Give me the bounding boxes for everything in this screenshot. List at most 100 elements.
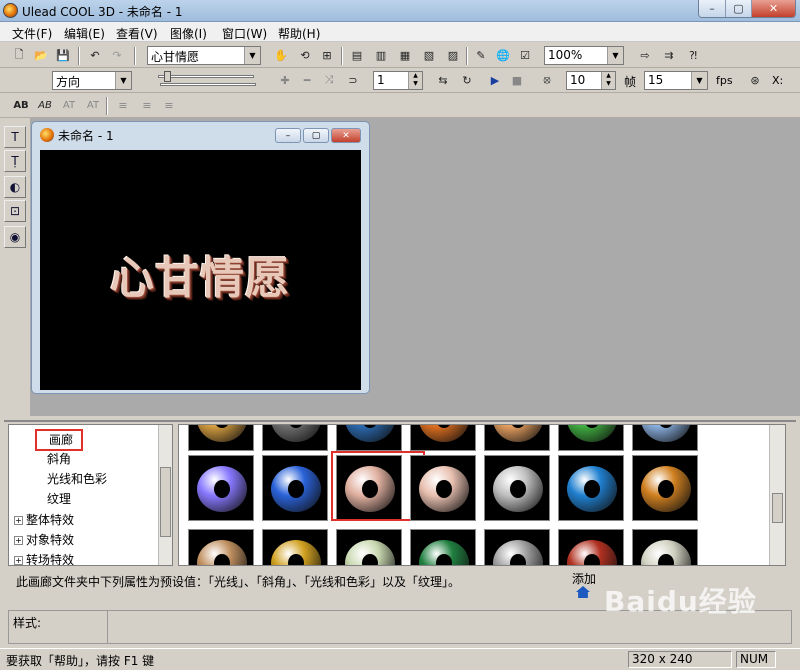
gallery-thumbnail[interactable] <box>558 425 624 451</box>
loop-icon[interactable]: ⊃ <box>344 71 362 89</box>
gallery-thumbnail[interactable] <box>484 529 550 565</box>
align-left-icon[interactable]: ≡ <box>114 96 132 114</box>
doc-close-button[interactable]: ✕ <box>331 128 361 143</box>
scrollbar-thumb[interactable] <box>772 493 783 523</box>
zoom-combo[interactable]: 100% ▼ <box>544 46 624 65</box>
timeline-slider[interactable] <box>148 71 266 91</box>
layer-back-icon[interactable]: ▧ <box>420 46 438 64</box>
align-center-icon[interactable]: ≡ <box>138 96 156 114</box>
redo-icon[interactable]: ↷ <box>108 46 126 64</box>
gallery-thumbnail[interactable] <box>410 425 476 451</box>
gallery-thumbnail[interactable] <box>632 529 698 565</box>
tree-item-bevel[interactable]: 斜角 <box>47 450 71 467</box>
swap-icon[interactable]: ⇆ <box>434 71 452 89</box>
maximize-button[interactable]: ▢ <box>725 0 751 17</box>
gallery-thumbnail[interactable] <box>336 529 402 565</box>
new-file-icon[interactable]: 🗋 <box>10 46 28 64</box>
slider-thumb[interactable] <box>164 71 171 82</box>
tree-scrollbar[interactable] <box>158 425 172 565</box>
reverse-icon[interactable]: ⤨ <box>320 71 338 89</box>
text-spacing-icon[interactable]: AT <box>60 96 78 114</box>
gallery-thumbnail[interactable] <box>410 529 476 565</box>
gallery-thumbnail[interactable] <box>484 425 550 451</box>
stop-icon[interactable]: ■ <box>508 71 526 89</box>
open-folder-icon[interactable]: 📂 <box>32 46 50 64</box>
chevron-down-icon[interactable]: ▼ <box>244 47 260 64</box>
tree-item-gallery[interactable]: 画廊 <box>35 429 84 451</box>
render-canvas[interactable]: 心甘情愿 <box>40 150 361 390</box>
gallery-thumbnail[interactable] <box>262 529 328 565</box>
size-object-icon[interactable]: ⊞ <box>318 46 336 64</box>
align-icon[interactable]: ▤ <box>348 46 366 64</box>
globe-icon[interactable]: 🌐 <box>494 46 512 64</box>
layer-icon[interactable]: ▦ <box>396 46 414 64</box>
gallery-thumbnail[interactable] <box>188 455 254 521</box>
close-button[interactable]: ✕ <box>751 0 795 17</box>
expand-icon[interactable]: + <box>14 516 23 525</box>
position-icon[interactable]: ⊛ <box>746 71 764 89</box>
group-icon[interactable]: ▥ <box>372 46 390 64</box>
gallery-thumbnail[interactable] <box>632 455 698 521</box>
tree-item-texture[interactable]: 纹理 <box>47 490 71 507</box>
gallery-thumbnail[interactable] <box>262 455 328 521</box>
web-export-icon[interactable]: ⇉ <box>660 46 678 64</box>
repeat-icon[interactable]: ↻ <box>458 71 476 89</box>
gallery-thumbnail[interactable] <box>188 425 254 451</box>
chevron-down-icon[interactable]: ▼ <box>607 47 623 64</box>
expand-icon[interactable]: + <box>14 556 23 565</box>
gallery-thumbnail[interactable] <box>331 451 425 521</box>
select-object-icon[interactable]: ⊡ <box>4 200 26 222</box>
tree-item-transition-fx[interactable]: + 转场特效 <box>14 551 74 565</box>
minimize-button[interactable]: – <box>699 0 725 17</box>
tree-item-object-fx[interactable]: + 对象特效 <box>14 531 74 548</box>
menu-file[interactable]: 文件(F) <box>12 25 52 42</box>
doc-minimize-button[interactable]: – <box>275 128 301 143</box>
add-keyframe-icon[interactable]: ✚ <box>276 71 294 89</box>
align-right-icon[interactable]: ≡ <box>160 96 178 114</box>
gallery-thumbnail[interactable] <box>336 425 402 451</box>
menu-help[interactable]: 帮助(H) <box>278 25 320 42</box>
menu-window[interactable]: 窗口(W) <box>222 25 267 42</box>
gallery-thumbnail[interactable] <box>558 455 624 521</box>
menu-image[interactable]: 图像(I) <box>170 25 207 42</box>
remove-keyframe-icon[interactable]: ━ <box>298 71 316 89</box>
undo-icon[interactable]: ↶ <box>86 46 104 64</box>
gallery-thumbnail[interactable] <box>410 455 476 521</box>
text-leading-icon[interactable]: AT <box>84 96 102 114</box>
gallery-thumbnail[interactable] <box>484 455 550 521</box>
doc-maximize-button[interactable]: ▢ <box>303 128 329 143</box>
chevron-down-icon[interactable]: ▼ <box>691 72 707 89</box>
gallery-thumbnail[interactable] <box>188 529 254 565</box>
menu-view[interactable]: 查看(V) <box>116 25 158 42</box>
frame-stepper[interactable]: 1 ▲ ▼ <box>373 71 423 90</box>
gallery-thumbnail[interactable] <box>632 425 698 451</box>
play-icon[interactable]: ▶ <box>486 71 504 89</box>
tree-item-global-fx[interactable]: + 整体特效 <box>14 511 74 528</box>
scrollbar-thumb[interactable] <box>160 467 171 537</box>
export-icon[interactable]: ⇨ <box>636 46 654 64</box>
insert-shape-icon[interactable]: ◐ <box>4 176 26 198</box>
attribute-combo[interactable]: 方向 ▼ <box>52 71 132 90</box>
gallery-scrollbar[interactable] <box>769 425 785 565</box>
fps-stepper[interactable]: 10 ▲ ▼ <box>566 71 616 90</box>
tree-item-light-color[interactable]: 光线和色彩 <box>47 470 107 487</box>
menu-edit[interactable]: 编辑(E) <box>64 25 105 42</box>
rotate-object-icon[interactable]: ⟲ <box>296 46 314 64</box>
smooth-icon[interactable]: ⦻ <box>538 71 556 89</box>
spinner-arrows-icon[interactable]: ▲ ▼ <box>408 72 422 89</box>
gallery-thumbnail[interactable] <box>262 425 328 451</box>
check-icon[interactable]: ☑ <box>516 46 534 64</box>
frame-count-combo[interactable]: 15 ▼ <box>644 71 708 90</box>
text-object-combo[interactable]: 心甘情愿 ▼ <box>147 46 261 65</box>
save-icon[interactable]: 💾 <box>54 46 72 64</box>
text-italic-icon[interactable]: AB <box>36 96 54 114</box>
light-icon[interactable]: ✎ <box>472 46 490 64</box>
spinner-arrows-icon[interactable]: ▲ ▼ <box>601 72 615 89</box>
geometric-object-icon[interactable]: ◉ <box>4 226 26 248</box>
expand-icon[interactable]: + <box>14 536 23 545</box>
text-bold-icon[interactable]: AB <box>12 96 30 114</box>
edit-text-icon[interactable]: Ṭ <box>4 150 26 172</box>
3d-text-object[interactable]: 心甘情愿 <box>110 242 290 306</box>
hand-move-icon[interactable]: ✋ <box>272 46 290 64</box>
chevron-down-icon[interactable]: ▼ <box>115 72 131 89</box>
